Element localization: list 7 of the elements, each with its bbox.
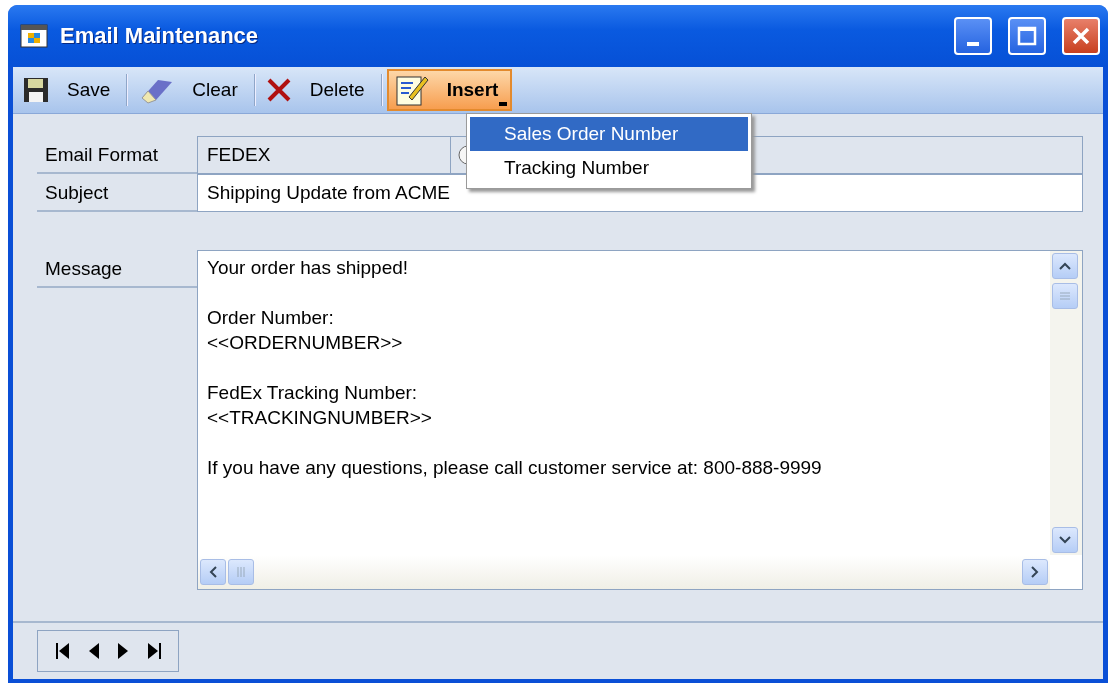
message-line: Order Number: xyxy=(207,306,335,330)
message-line: Your order has shipped! xyxy=(207,256,410,280)
message-line: FedEx Tracking Number: xyxy=(207,381,419,405)
message-line: <<TRACKINGNUMBER>> xyxy=(207,406,433,430)
message-line: If you have any questions, please call customer service at: 800-888-9999 xyxy=(207,456,823,480)
message-line: <<ORDERNUMBER>> xyxy=(207,331,404,355)
window-title: Email Maintenance xyxy=(60,23,260,49)
